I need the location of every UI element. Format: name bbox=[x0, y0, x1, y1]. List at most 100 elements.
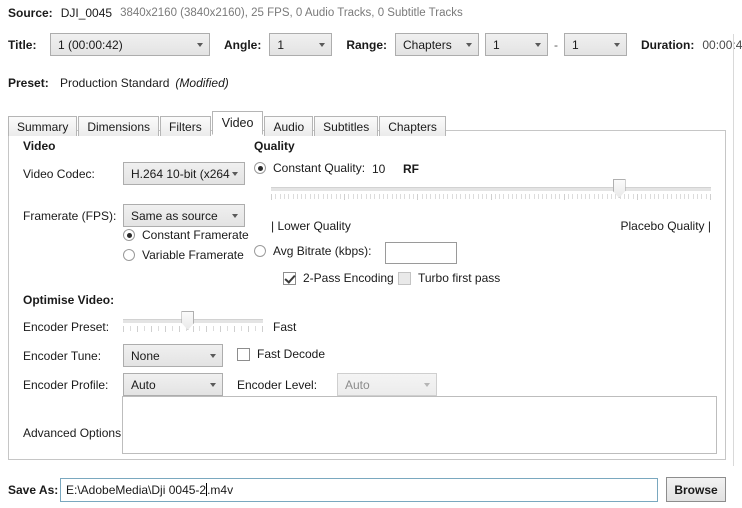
quality-slider-ticks bbox=[271, 194, 711, 200]
video-codec-label: Video Codec: bbox=[23, 167, 95, 181]
tab-chapters[interactable]: Chapters bbox=[379, 116, 446, 136]
radio-dot-icon bbox=[123, 249, 135, 261]
browse-button-label: Browse bbox=[674, 482, 718, 497]
save-as-path-before-caret: E:\AdobeMedia\Dji 0045-2 bbox=[66, 482, 207, 497]
video-codec-select[interactable]: H.264 10-bit (x264 bbox=[123, 162, 245, 185]
preset-row: Preset: Production Standard (Modified) bbox=[8, 76, 229, 90]
avg-bitrate-label: Avg Bitrate (kbps): bbox=[273, 244, 372, 258]
tab-subtitles[interactable]: Subtitles bbox=[314, 116, 379, 136]
tab-summary[interactable]: Summary bbox=[8, 116, 78, 136]
title-select[interactable]: 1 (00:00:42) bbox=[50, 33, 210, 56]
advanced-options-value bbox=[123, 397, 716, 405]
video-section-heading: Video bbox=[23, 139, 56, 153]
chevron-down-icon bbox=[535, 42, 542, 47]
range-separator: - bbox=[554, 37, 559, 52]
chevron-down-icon bbox=[232, 213, 238, 218]
angle-select[interactable]: 1 bbox=[269, 33, 333, 56]
source-label: Source: bbox=[8, 6, 53, 20]
tab-subtitles-label: Subtitles bbox=[323, 119, 370, 134]
lower-quality-label: | Lower Quality bbox=[271, 219, 351, 233]
save-as-label: Save As: bbox=[8, 482, 59, 497]
tab-chapters-label: Chapters bbox=[388, 119, 437, 134]
chevron-down-icon bbox=[232, 171, 238, 176]
video-codec-value: H.264 10-bit (x264 bbox=[131, 166, 230, 181]
chevron-down-icon bbox=[319, 42, 326, 47]
save-as-row: Save As: E:\AdobeMedia\Dji 0045-2 .m4v Br… bbox=[8, 477, 726, 502]
two-pass-encoding-checkbox[interactable]: 2-Pass Encoding bbox=[283, 271, 394, 285]
fast-decode-checkbox[interactable]: Fast Decode bbox=[237, 347, 325, 361]
tab-audio[interactable]: Audio bbox=[264, 116, 314, 136]
encoder-level-value: Auto bbox=[345, 377, 370, 392]
quality-section-heading: Quality bbox=[254, 139, 295, 153]
tab-audio-label: Audio bbox=[273, 119, 305, 134]
radio-dot-icon bbox=[254, 245, 266, 257]
framerate-label: Framerate (FPS): bbox=[23, 209, 117, 223]
save-as-path-after-caret: .m4v bbox=[207, 482, 234, 497]
encoder-tune-value: None bbox=[131, 348, 160, 363]
avg-bitrate-radio[interactable]: Avg Bitrate (kbps): bbox=[254, 244, 371, 258]
framerate-value: Same as source bbox=[131, 208, 218, 223]
checkbox-unchecked-icon bbox=[237, 347, 250, 361]
title-select-value: 1 (00:00:42) bbox=[58, 37, 123, 52]
browse-button[interactable]: Browse bbox=[666, 477, 726, 502]
advanced-options-textarea[interactable] bbox=[122, 396, 717, 454]
range-type-select[interactable]: Chapters bbox=[395, 33, 480, 56]
tab-filters-label: Filters bbox=[169, 119, 202, 134]
chevron-down-icon bbox=[466, 42, 473, 47]
encoder-tune-label: Encoder Tune: bbox=[23, 349, 102, 363]
range-end-select[interactable]: 1 bbox=[564, 33, 628, 56]
range-start-select[interactable]: 1 bbox=[485, 33, 549, 56]
encoder-profile-value: Auto bbox=[131, 377, 156, 392]
tab-summary-label: Summary bbox=[17, 119, 69, 134]
turbo-first-pass-checkbox[interactable]: Turbo first pass bbox=[398, 271, 500, 285]
source-name: DJI_0045 bbox=[60, 6, 113, 20]
chevron-down-icon bbox=[424, 382, 430, 387]
quality-slider-track[interactable] bbox=[271, 187, 711, 191]
preset-modified-flag: (Modified) bbox=[175, 76, 229, 90]
tab-filters[interactable]: Filters bbox=[160, 116, 211, 136]
constant-framerate-radio[interactable]: Constant Framerate bbox=[123, 228, 249, 242]
title-row: Title: 1 (00:00:42) Angle: 1 Range: Chap… bbox=[8, 33, 742, 56]
panel-right-rail bbox=[733, 34, 742, 466]
rf-unit-label: RF bbox=[403, 162, 419, 176]
chevron-down-icon bbox=[210, 382, 216, 387]
tab-dimensions-label: Dimensions bbox=[87, 119, 151, 134]
encoder-tune-select[interactable]: None bbox=[123, 344, 223, 367]
encoder-level-select[interactable]: Auto bbox=[337, 373, 437, 396]
preset-name: Production Standard bbox=[60, 76, 170, 90]
chevron-down-icon bbox=[614, 42, 621, 47]
angle-select-value: 1 bbox=[277, 37, 285, 52]
tab-video[interactable]: Video bbox=[211, 111, 264, 135]
framerate-select[interactable]: Same as source bbox=[123, 204, 245, 227]
title-label: Title: bbox=[8, 37, 37, 52]
constant-framerate-label: Constant Framerate bbox=[142, 228, 249, 242]
checkbox-unchecked-icon bbox=[398, 271, 411, 285]
advanced-options-label: Advanced Options: bbox=[23, 426, 125, 440]
variable-framerate-radio[interactable]: Variable Framerate bbox=[123, 248, 244, 262]
encoder-profile-select[interactable]: Auto bbox=[123, 373, 223, 396]
encoder-preset-label: Encoder Preset: bbox=[23, 320, 110, 334]
constant-quality-radio[interactable]: Constant Quality: bbox=[254, 161, 365, 175]
avg-bitrate-input[interactable] bbox=[385, 242, 457, 264]
constant-quality-label: Constant Quality: bbox=[273, 161, 366, 175]
encoder-level-label: Encoder Level: bbox=[237, 378, 318, 392]
range-label: Range: bbox=[346, 37, 388, 52]
tab-dimensions[interactable]: Dimensions bbox=[78, 116, 160, 136]
chevron-down-icon bbox=[197, 42, 203, 47]
checkbox-checked-icon bbox=[283, 271, 296, 285]
radio-dot-icon bbox=[254, 162, 266, 174]
fast-decode-label: Fast Decode bbox=[257, 347, 326, 361]
duration-label: Duration: bbox=[641, 37, 695, 52]
rf-value: 10 bbox=[372, 162, 386, 176]
turbo-first-pass-label: Turbo first pass bbox=[418, 271, 501, 285]
source-row: Source: DJI_0045 3840x2160 (3840x2160), … bbox=[8, 6, 463, 20]
source-details: 3840x2160 (3840x2160), 25 FPS, 0 Audio T… bbox=[120, 7, 463, 19]
range-start-value: 1 bbox=[493, 37, 500, 52]
encoder-profile-label: Encoder Profile: bbox=[23, 378, 109, 392]
settings-tabs: Summary Dimensions Filters Video Audio S… bbox=[8, 111, 447, 136]
save-as-input[interactable]: E:\AdobeMedia\Dji 0045-2 .m4v bbox=[60, 477, 658, 502]
range-end-value: 1 bbox=[572, 37, 579, 52]
tab-video-label: Video bbox=[221, 116, 254, 130]
encoder-preset-slider-ticks bbox=[123, 326, 263, 332]
radio-dot-icon bbox=[123, 229, 135, 241]
